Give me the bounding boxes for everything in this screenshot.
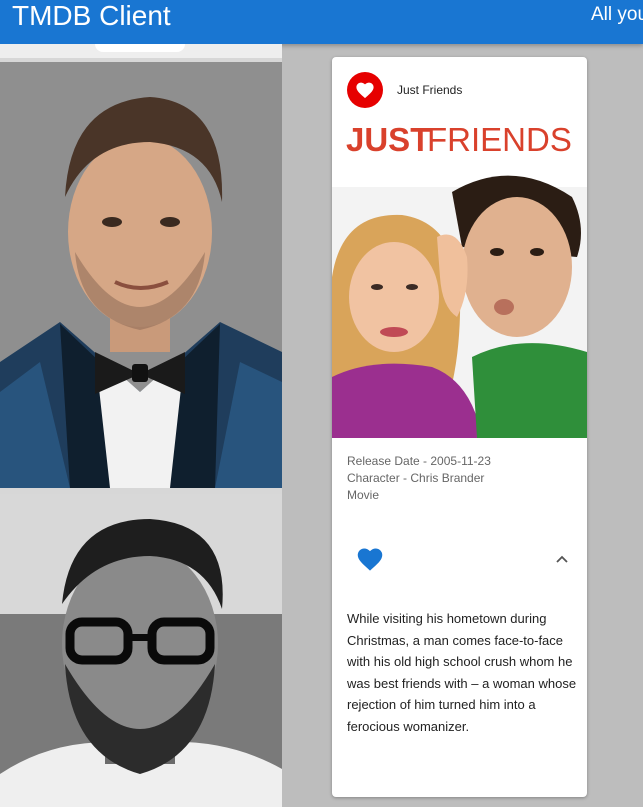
profile-photo-1[interactable] <box>0 62 282 488</box>
heart-icon <box>357 548 383 571</box>
poster-illustration: JUST FRIENDS <box>332 117 587 438</box>
favorite-button[interactable] <box>352 541 388 577</box>
collapse-button[interactable] <box>544 541 580 577</box>
profile-photo-2[interactable] <box>0 494 282 807</box>
portrait-illustration <box>0 494 282 807</box>
card-title: Just Friends <box>397 83 463 97</box>
chevron-up-icon <box>556 555 568 563</box>
all-you-link[interactable]: All you <box>591 4 643 26</box>
movie-poster[interactable]: JUST FRIENDS <box>332 117 587 438</box>
release-date: Release Date - 2005-11-23 <box>347 454 491 468</box>
movie-meta: Release Date - 2005-11-23 Character - Ch… <box>347 453 577 504</box>
avatar <box>347 72 383 108</box>
movie-overview: While visiting his hometown during Chris… <box>347 611 577 734</box>
poster-title-just: JUST <box>346 121 430 158</box>
portrait-illustration <box>0 62 282 488</box>
media-type: Movie <box>347 488 380 502</box>
app-title: TMDB Client <box>12 0 171 31</box>
character-name: Character - Chris Brander <box>347 471 485 485</box>
movie-card: Just Friends JUST FRIENDS Release Date -… <box>332 57 587 797</box>
poster-title-friends: FRIENDS <box>427 121 572 158</box>
app-bar: TMDB Client All you <box>0 0 643 44</box>
card-actions <box>332 535 587 583</box>
heart-icon <box>356 82 374 99</box>
card-header: Just Friends <box>332 57 587 117</box>
previous-item-strip <box>0 44 282 58</box>
profile-photo-column <box>0 44 282 807</box>
